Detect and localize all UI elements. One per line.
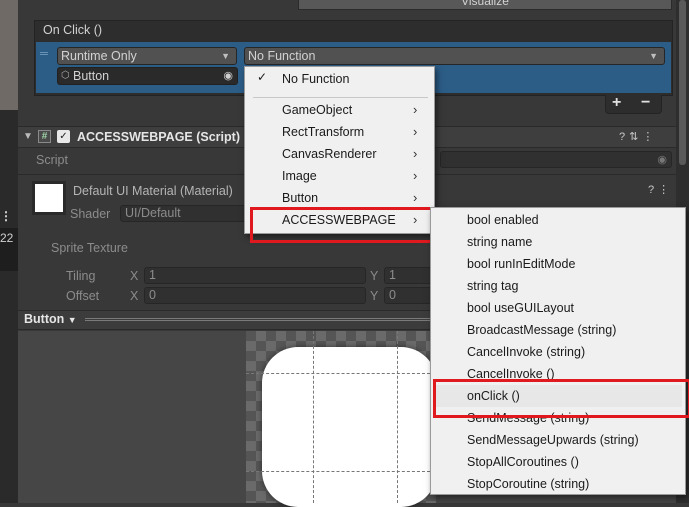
scrollbar-thumb[interactable] (679, 0, 686, 165)
event-title: On Click () (43, 23, 103, 37)
sprite-texture-label: Sprite Texture (51, 241, 128, 255)
highlight-box-onclick (433, 379, 689, 418)
slice-guide (246, 373, 430, 374)
tiling-y-label: Y (370, 269, 379, 283)
menu-item-stopallcoroutines[interactable]: StopAllCoroutines () (467, 451, 579, 473)
tiling-label: Tiling (66, 269, 96, 283)
menu-item-bool-useguilayout[interactable]: bool useGUILayout (467, 297, 574, 319)
visualize-button[interactable]: Visualize (298, 0, 672, 10)
target-object-field[interactable]: ⬡ Button ◉ (57, 67, 238, 85)
left-panel-scene-preview (0, 0, 18, 110)
cube-icon: ⬡ (61, 70, 70, 81)
sprite-preview (262, 347, 437, 507)
chevron-right-icon: › (413, 124, 418, 139)
preview-dropdown[interactable]: Button ▼ (24, 312, 77, 326)
chevron-right-icon: › (413, 190, 418, 205)
function-dropdown-label: No Function (248, 49, 316, 63)
offset-label: Offset (66, 289, 100, 303)
shader-dropdown[interactable]: UI/Default (120, 205, 248, 222)
menu-item-button[interactable]: Button (282, 187, 318, 209)
material-header-icons[interactable]: ?⋮ (648, 183, 673, 196)
function-dropdown[interactable]: No Function ▼ (244, 47, 665, 65)
menu-item-no-function[interactable]: No Function (282, 68, 349, 90)
script-field[interactable]: ◉ (440, 151, 672, 168)
slice-guide (246, 471, 430, 472)
kebab-icon[interactable]: ⋮ (642, 131, 657, 143)
menu-item-stopcoroutine[interactable]: StopCoroutine (string) (467, 473, 589, 495)
shader-label: Shader (70, 207, 111, 221)
menu-separator (253, 97, 428, 98)
component-title: ACCESSWEBPAGE (Script) (77, 130, 240, 144)
material-title: Default UI Material (Material) (73, 184, 233, 198)
target-object-label: Button (73, 69, 110, 83)
chevron-down-icon: ▼ (221, 51, 230, 61)
menu-item-broadcastmessage[interactable]: BroadcastMessage (string) (467, 319, 616, 341)
remove-listener-button[interactable]: − (641, 94, 650, 112)
side-number: 22 (0, 231, 14, 245)
tiling-x-field[interactable]: 1 (144, 267, 366, 284)
menu-item-bool-enabled[interactable]: bool enabled (467, 209, 539, 231)
slice-guide (397, 331, 398, 503)
runtime-dropdown-label: Runtime Only (61, 49, 137, 63)
menu-item-cancelinvoke-string[interactable]: CancelInvoke (string) (467, 341, 585, 363)
object-picker-icon[interactable]: ◉ (657, 153, 667, 166)
menu-item-sendmessageupwards[interactable]: SendMessageUpwards (string) (467, 429, 639, 451)
settings-sliders-icon[interactable]: ⇅ (629, 131, 642, 143)
object-picker-icon[interactable]: ◉ (223, 68, 233, 84)
menu-item-string-name[interactable]: string name (467, 231, 532, 253)
script-icon: # (38, 130, 51, 143)
tiling-x-label: X (130, 269, 139, 283)
drag-handle-icon[interactable]: ═ (40, 48, 48, 60)
runtime-dropdown[interactable]: Runtime Only ▼ (57, 47, 237, 65)
component-enabled-checkbox[interactable]: ✓ (57, 130, 70, 143)
kebab-menu-icon[interactable]: ⋮ (0, 209, 12, 223)
highlight-box-accesswebpage (250, 207, 437, 243)
menu-item-bool-runineditmode[interactable]: bool runInEditMode (467, 253, 575, 275)
chevron-down-icon: ▼ (67, 315, 77, 325)
offset-y-label: Y (370, 289, 379, 303)
chevron-right-icon: › (413, 168, 418, 183)
menu-item-image[interactable]: Image (282, 165, 317, 187)
help-icon[interactable]: ? (619, 131, 629, 143)
menu-item-canvasrenderer[interactable]: CanvasRenderer (282, 143, 377, 165)
offset-x-label: X (130, 289, 139, 303)
slice-guide (313, 331, 314, 503)
checkmark-icon: ✓ (257, 70, 268, 84)
chevron-right-icon: › (413, 102, 418, 117)
menu-item-string-tag[interactable]: string tag (467, 275, 518, 297)
offset-x-field[interactable]: 0 (144, 287, 366, 304)
chevron-right-icon: › (413, 146, 418, 161)
preview-title: Button (24, 312, 65, 326)
foldout-arrow-icon[interactable]: ▼ (23, 131, 33, 142)
material-thumbnail (32, 181, 66, 215)
menu-item-gameobject[interactable]: GameObject (282, 99, 352, 121)
menu-item-recttransform[interactable]: RectTransform (282, 121, 364, 143)
accesswebpage-submenu: bool enabled string name bool runInEditM… (430, 207, 686, 495)
component-header-icons[interactable]: ?⇅⋮ (619, 130, 657, 143)
kebab-icon[interactable]: ⋮ (658, 184, 673, 196)
add-listener-button[interactable]: + (612, 94, 621, 112)
chevron-down-icon: ▼ (649, 51, 658, 61)
script-label: Script (36, 153, 68, 167)
help-icon[interactable]: ? (648, 184, 658, 196)
